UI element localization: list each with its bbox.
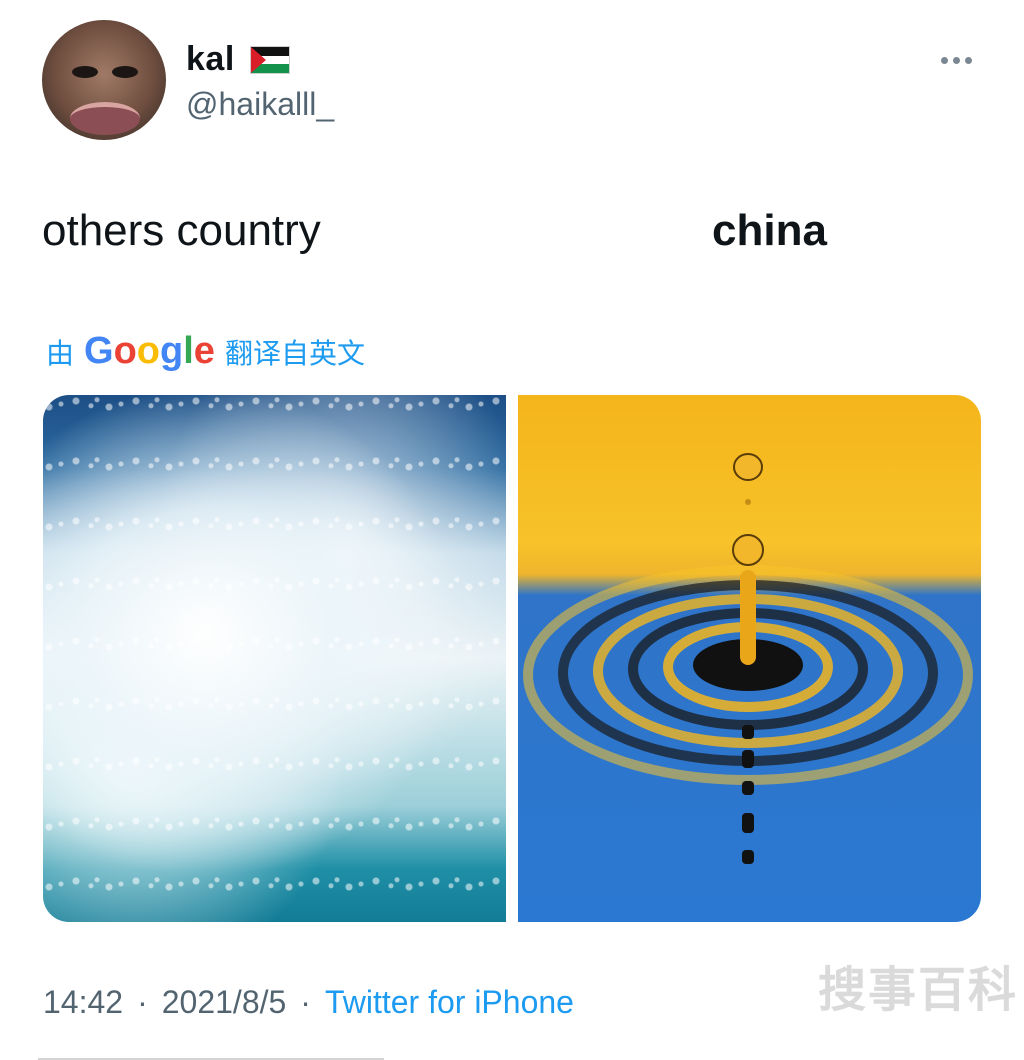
tweet-time[interactable]: 14:42 (43, 984, 123, 1021)
author-avatar[interactable] (42, 20, 166, 140)
wave-foam (43, 395, 506, 922)
palestine-flag-icon (250, 46, 290, 74)
avatar-eye-right (112, 66, 138, 78)
author-display-name[interactable]: kal (186, 40, 235, 79)
tweet-metadata: 14:42 · 2021/8/5 · Twitter for iPhone (43, 984, 574, 1021)
watermark-logo: 搜事百科 (818, 964, 1019, 1017)
meta-separator: · (300, 984, 311, 1020)
tweet-media-grid (43, 395, 981, 922)
tweet-text-right: china (712, 206, 827, 255)
more-options-icon[interactable] (934, 52, 978, 68)
tweet-text-left: others country (42, 206, 321, 255)
translate-prefix: 由 (46, 337, 75, 369)
author-handle[interactable]: @haikalll_ (186, 86, 334, 123)
water-drop-illustration (523, 453, 973, 864)
translate-suffix: 翻译自英文 (224, 337, 365, 369)
meta-separator: · (137, 984, 148, 1020)
avatar-eye-left (72, 66, 98, 78)
translated-by-google-link[interactable]: 由 Google 翻译自英文 (46, 330, 365, 373)
tweet-date[interactable]: 2021/8/5 (162, 984, 287, 1021)
water-drop-photo[interactable] (518, 395, 981, 922)
google-logo: Google (84, 330, 215, 372)
avatar-mouth (70, 102, 140, 135)
ocean-wave-photo[interactable] (43, 395, 506, 922)
tweet-source-link[interactable]: Twitter for iPhone (325, 984, 574, 1021)
